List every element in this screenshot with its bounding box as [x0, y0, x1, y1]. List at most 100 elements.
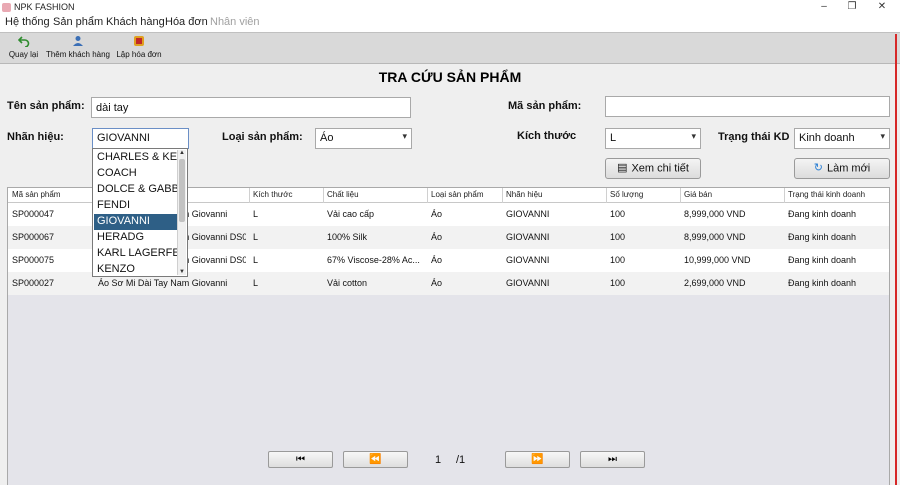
menu-customers[interactable]: Khách hàng — [106, 16, 165, 28]
col-header-material[interactable]: Chất liệu — [327, 190, 427, 199]
cell-quantity: 100 — [610, 232, 626, 242]
menu-system[interactable]: Hệ thống — [5, 16, 50, 28]
prev-page-button[interactable]: ⏪ — [343, 451, 408, 468]
create-invoice-button[interactable]: Lập hóa đơn — [114, 35, 164, 63]
col-header-code[interactable]: Mã sản phẩm — [12, 190, 92, 199]
cell-quantity: 100 — [610, 209, 626, 219]
cell-status: Đang kinh doanh — [788, 255, 857, 265]
brand-option[interactable]: CHARLES & KEITH — [94, 150, 178, 166]
size-combo[interactable]: L ▾ — [605, 128, 701, 149]
col-divider — [249, 188, 250, 203]
dropdown-scrollbar[interactable]: ▲ ▼ — [177, 150, 186, 275]
brand-option[interactable]: DOLCE & GABBANA — [94, 182, 178, 198]
view-detail-label: Xem chi tiết — [631, 162, 689, 175]
col-divider — [680, 188, 681, 203]
scrollbar-thumb[interactable] — [179, 159, 185, 222]
status-label: Trạng thái KD — [718, 131, 790, 143]
menu-invoices[interactable]: Hóa đơn — [165, 16, 208, 28]
cell-type: Áo — [431, 278, 443, 288]
add-customer-icon — [73, 36, 83, 46]
brand-option[interactable]: FENDI — [94, 198, 178, 214]
brand-option[interactable]: KARL LAGERFELD — [94, 246, 178, 262]
maximize-button[interactable]: ❐ — [840, 0, 864, 15]
prev-page-icon: ⏪ — [369, 454, 382, 465]
menu-bar: Hệ thống Sản phẩm Khách hàng Hóa đơn Nhâ… — [0, 15, 900, 32]
cell-quantity: 100 — [610, 278, 626, 288]
page-title: TRA CỨU SẢN PHẨM — [378, 69, 522, 85]
cell-material: 100% Silk — [327, 232, 368, 242]
cell-brand: GIOVANNI — [506, 278, 550, 288]
col-divider — [427, 188, 428, 203]
cell-price: 8,999,000 VND — [684, 209, 746, 219]
brand-dropdown-list[interactable]: CHARLES & KEITH COACH DOLCE & GABBANA FE… — [92, 148, 188, 277]
scroll-down-icon[interactable]: ▼ — [178, 269, 186, 275]
cell-size: L — [253, 209, 259, 219]
col-header-brand[interactable]: Nhãn hiệu — [506, 190, 606, 199]
cell-status: Đang kinh doanh — [788, 232, 857, 242]
col-divider — [606, 188, 607, 203]
minimize-button[interactable]: – — [812, 0, 836, 15]
total-pages: /1 — [456, 454, 466, 466]
add-customer-label: Thêm khách hàng — [45, 50, 111, 59]
brand-combo[interactable]: GIOVANNI — [92, 128, 189, 149]
brand-option[interactable]: KENZO — [94, 262, 178, 275]
next-page-button[interactable]: ⏩ — [505, 451, 570, 468]
col-header-quantity[interactable]: Số lượng — [610, 190, 680, 199]
app-logo-icon — [2, 3, 11, 12]
product-type-combo[interactable]: Áo ▾ — [315, 128, 412, 149]
next-page-icon: ⏩ — [531, 454, 544, 465]
cell-size: L — [253, 278, 259, 288]
product-search-panel: TRA CỨU SẢN PHẨM Tên sản phẩm: Mã sản ph… — [0, 64, 900, 485]
title-bar: NPK FASHION – ❐ ✕ — [0, 0, 900, 15]
status-value: Kinh doanh — [799, 132, 855, 144]
status-combo[interactable]: Kinh doanh ▾ — [794, 128, 890, 149]
product-code-input[interactable] — [605, 96, 890, 117]
product-name-label: Tên sản phẩm: — [7, 100, 85, 112]
back-button[interactable]: Quay lại — [7, 35, 40, 63]
menu-employees[interactable]: Nhân viên — [210, 16, 260, 28]
cell-code: SP000067 — [12, 232, 55, 242]
window-border-accent — [895, 34, 897, 485]
cell-type: Áo — [431, 209, 443, 219]
cell-status: Đang kinh doanh — [788, 278, 857, 288]
col-header-price[interactable]: Giá bán — [684, 190, 784, 199]
view-detail-button[interactable]: ▤ Xem chi tiết — [605, 158, 701, 179]
size-value: L — [610, 132, 617, 144]
cell-brand: GIOVANNI — [506, 209, 550, 219]
product-name-input[interactable] — [91, 97, 411, 118]
cell-price: 2,699,000 VND — [684, 278, 746, 288]
brand-option-selected[interactable]: GIOVANNI — [94, 214, 178, 230]
chevron-down-icon: ▾ — [402, 131, 407, 141]
brand-option[interactable]: COACH — [94, 166, 178, 182]
cell-name: Áo Sơ Mi Dài Tay Nam Giovanni — [98, 278, 228, 288]
current-page: 1 — [435, 454, 442, 466]
cell-brand: GIOVANNI — [506, 232, 550, 242]
col-header-status[interactable]: Trạng thái kinh doanh — [788, 190, 886, 199]
cell-code: SP000075 — [12, 255, 55, 265]
col-header-type[interactable]: Loại sản phẩm — [431, 190, 501, 199]
cell-material: Vải cotton — [327, 278, 368, 288]
create-invoice-label: Lập hóa đơn — [116, 50, 162, 59]
brand-label: Nhãn hiệu: — [7, 131, 64, 143]
col-header-size[interactable]: Kích thước — [253, 190, 323, 199]
refresh-button[interactable]: ↻ Làm mới — [794, 158, 890, 179]
last-page-icon: ⏭ — [608, 454, 617, 465]
close-button[interactable]: ✕ — [870, 0, 894, 15]
toolbar: Quay lại Thêm khách hàng Lập hóa đơn — [0, 32, 900, 64]
menu-products[interactable]: Sản phẩm — [53, 16, 103, 28]
document-icon: ▤ — [617, 162, 628, 174]
cell-size: L — [253, 255, 259, 265]
brand-option[interactable]: HERADG — [94, 230, 178, 246]
first-page-button[interactable]: ⏮ — [268, 451, 333, 468]
add-customer-button[interactable]: Thêm khách hàng — [44, 35, 112, 63]
cell-quantity: 100 — [610, 255, 626, 265]
chevron-down-icon: ▾ — [691, 131, 696, 141]
app-window: NPK FASHION – ❐ ✕ Hệ thống Sản phẩm Khác… — [0, 0, 900, 485]
product-code-label: Mã sản phẩm: — [508, 100, 582, 112]
chevron-down-icon: ▾ — [880, 131, 885, 141]
back-arrow-icon — [17, 36, 29, 47]
cell-material: Vải cao cấp — [327, 209, 375, 219]
scroll-up-icon[interactable]: ▲ — [178, 150, 186, 156]
cell-brand: GIOVANNI — [506, 255, 550, 265]
last-page-button[interactable]: ⏭ — [580, 451, 645, 468]
